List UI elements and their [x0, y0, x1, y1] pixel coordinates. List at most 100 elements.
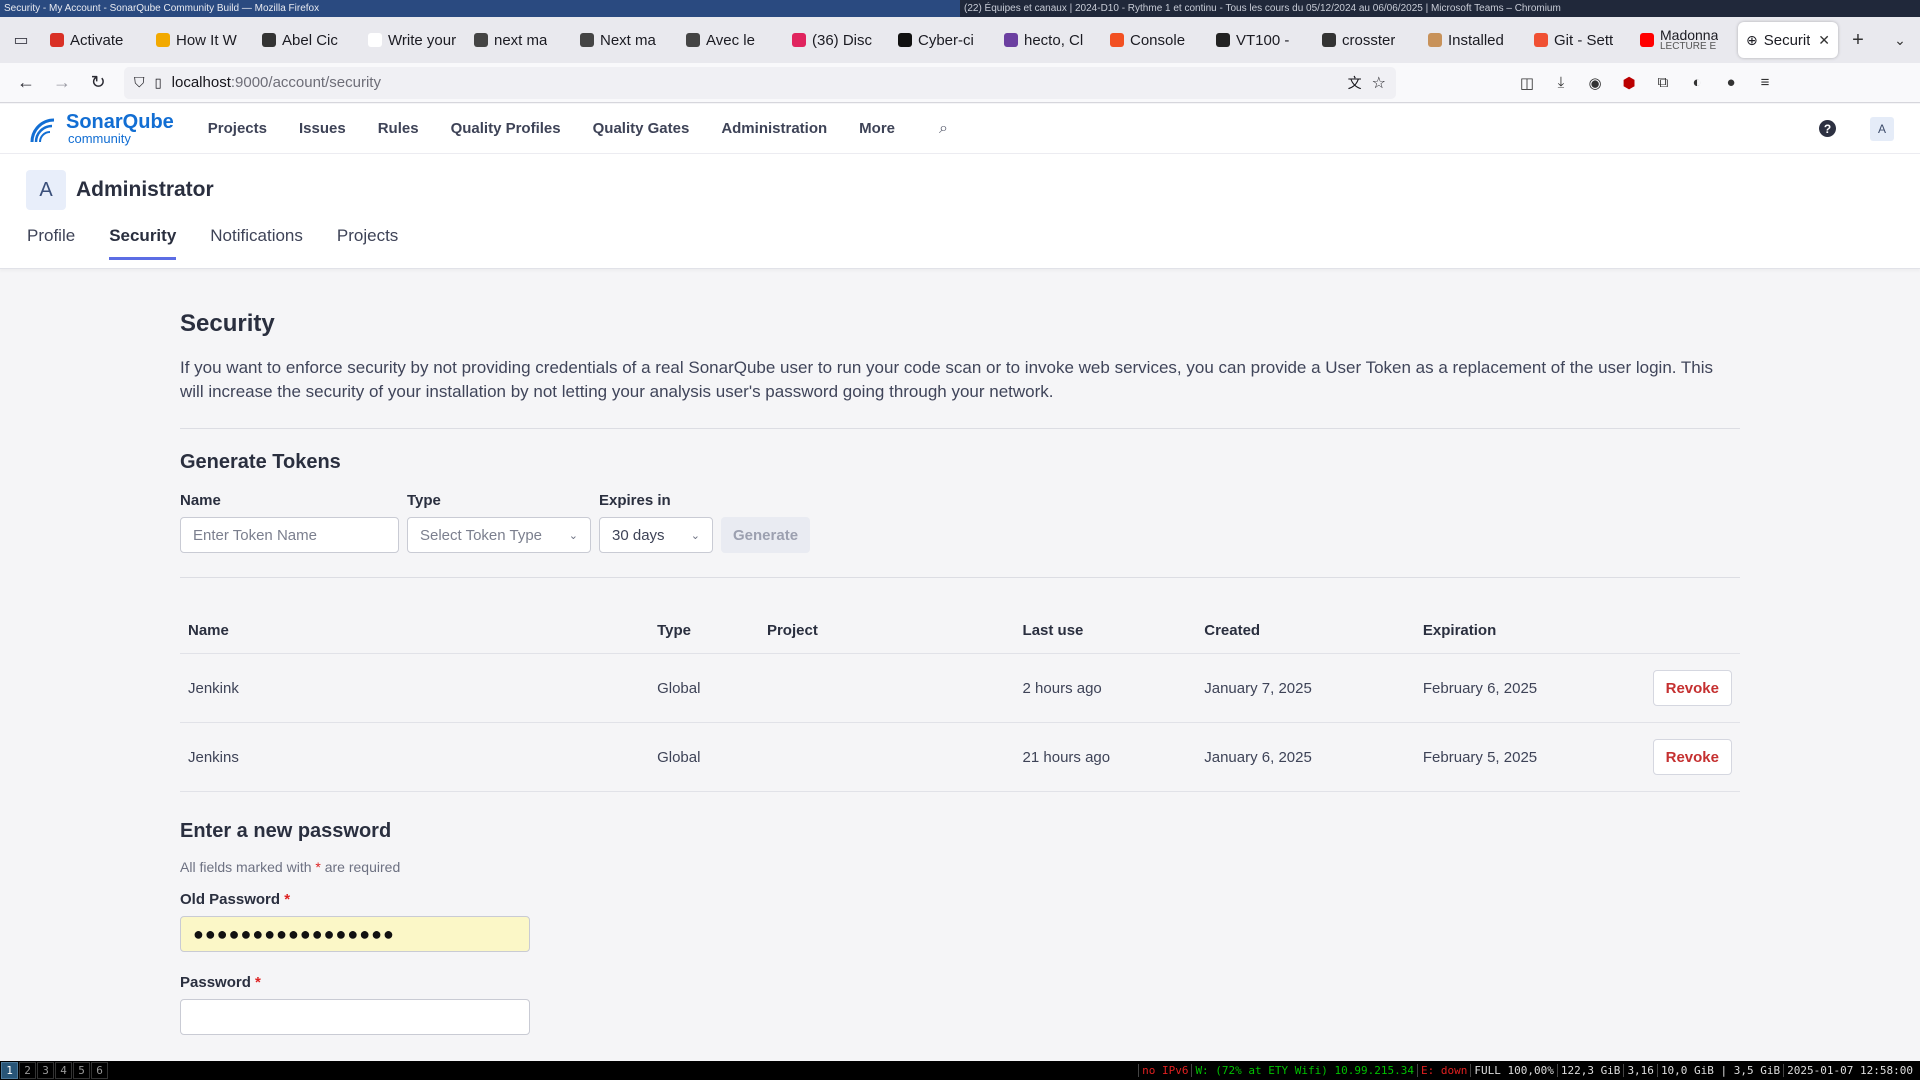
- extension-icon[interactable]: ◐: [1686, 72, 1708, 94]
- browser-tab[interactable]: hecto, Cl: [996, 22, 1102, 58]
- shield-icon[interactable]: ⛉: [134, 74, 145, 91]
- workspace-button[interactable]: 4: [55, 1062, 72, 1079]
- menu-item-issues[interactable]: Issues: [299, 120, 346, 137]
- column-header: Last use: [1014, 602, 1197, 654]
- tab-security-active[interactable]: ⊕ Securit ✕: [1738, 22, 1838, 58]
- workspace-button[interactable]: 2: [19, 1062, 36, 1079]
- tokens-table: Name Type Project Last use Created Expiration…: [180, 602, 1740, 792]
- ublock-icon[interactable]: ⬢: [1618, 72, 1640, 94]
- tab-security[interactable]: Security: [109, 226, 177, 260]
- url-host: localhost: [171, 74, 231, 91]
- generate-button[interactable]: Generate: [721, 517, 811, 553]
- firefox-view-icon[interactable]: ▭: [0, 17, 42, 63]
- expires-select[interactable]: 30 days ⌄: [599, 517, 713, 553]
- downloads-icon[interactable]: ⤓: [1550, 72, 1572, 94]
- browser-tab[interactable]: Write your: [360, 22, 466, 58]
- browser-tab[interactable]: Cyber-ci: [890, 22, 996, 58]
- new-password-title: Enter a new password: [180, 820, 392, 842]
- extensions-icon[interactable]: ⧉: [1652, 72, 1674, 94]
- page-info-icon[interactable]: ▯: [155, 75, 162, 91]
- account-tabs: Profile Security Notifications Projects: [27, 226, 398, 260]
- load-status: 3,16: [1623, 1064, 1657, 1077]
- tab-label: Madonna: [1660, 28, 1719, 42]
- favicon-icon: [50, 33, 64, 47]
- expires-value: 30 days: [612, 526, 665, 544]
- browser-tab[interactable]: (36) Disc: [784, 22, 890, 58]
- password-input[interactable]: [180, 999, 530, 1035]
- account-icon[interactable]: ◉: [1584, 72, 1606, 94]
- pocket-icon[interactable]: ◫: [1516, 72, 1538, 94]
- favicon-icon: [898, 33, 912, 47]
- menu-item-quality-profiles[interactable]: Quality Profiles: [451, 120, 561, 137]
- cell-name: Jenkink: [180, 653, 650, 723]
- url-bar[interactable]: ⛉ ▯ localhost:9000/account/security 文 ☆: [124, 66, 1396, 99]
- tab-profile[interactable]: Profile: [27, 226, 75, 260]
- revoke-button[interactable]: Revoke: [1652, 670, 1732, 706]
- tab-label: Securit: [1763, 31, 1811, 49]
- token-name-input[interactable]: Enter Token Name: [180, 517, 399, 553]
- revoke-button[interactable]: Revoke: [1652, 739, 1732, 775]
- menu-item-quality-gates[interactable]: Quality Gates: [593, 120, 690, 137]
- sonarqube-logo-icon: [30, 118, 55, 142]
- tab-projects[interactable]: Projects: [337, 226, 398, 260]
- tab-notifications[interactable]: Notifications: [210, 226, 303, 260]
- reload-icon[interactable]: ↻: [80, 67, 116, 99]
- favicon-icon: [1322, 33, 1336, 47]
- tab-label: Installed: [1448, 31, 1504, 49]
- required-note-text: All fields marked with: [180, 859, 312, 875]
- browser-tab[interactable]: Activate: [42, 22, 148, 58]
- divider: [180, 428, 1740, 429]
- bookmark-star-icon[interactable]: ☆: [1372, 73, 1386, 93]
- sonarqube-page: SonarQube community Projects Issues Rules Q…: [0, 104, 1920, 1059]
- wifi-status: W: (72% at ETY Wifi) 10.99.215.34: [1191, 1064, 1417, 1077]
- browser-tab[interactable]: Madonna LECTURE E: [1632, 22, 1738, 58]
- menu-item-administration[interactable]: Administration: [721, 120, 827, 137]
- sonarqube-logo[interactable]: SonarQube community: [26, 112, 174, 146]
- favicon-icon: [1110, 33, 1124, 47]
- cell-project: [758, 653, 1015, 723]
- token-type-select[interactable]: Select Token Type ⌄: [407, 517, 591, 553]
- security-content: Security If you want to enforce security…: [180, 280, 1740, 1035]
- browser-tab-strip: ▭ Activate How It W Abel Cic Write your next…: [0, 17, 1920, 63]
- browser-tab[interactable]: crosster: [1314, 22, 1420, 58]
- browser-nav-bar: ← → ↻ ⛉ ▯ localhost:9000/account/securit…: [0, 63, 1920, 103]
- list-all-tabs-icon[interactable]: ⌄: [1880, 32, 1920, 49]
- translate-icon[interactable]: 文: [1348, 73, 1362, 93]
- tab-label: Abel Cic: [282, 31, 338, 49]
- workspace-button[interactable]: 6: [91, 1062, 108, 1079]
- table-row: Jenkins Global 21 hours ago January 6, 2025…: [180, 722, 1740, 792]
- profile-extension-icon[interactable]: ●: [1720, 72, 1742, 94]
- favicon-icon: [262, 33, 276, 47]
- browser-tab[interactable]: Avec le: [678, 22, 784, 58]
- generate-tokens-title: Generate Tokens: [180, 451, 341, 473]
- menu-item-more[interactable]: More: [859, 120, 895, 137]
- close-tab-icon[interactable]: ✕: [1818, 32, 1830, 49]
- user-avatar[interactable]: A: [1870, 116, 1894, 141]
- menu-item-projects[interactable]: Projects: [208, 120, 267, 137]
- browser-tab[interactable]: Installed: [1420, 22, 1526, 58]
- browser-tab[interactable]: Git - Sett: [1526, 22, 1632, 58]
- workspace-button[interactable]: 1: [1, 1062, 18, 1079]
- back-icon[interactable]: ←: [8, 67, 44, 99]
- menu-icon[interactable]: ≡: [1754, 72, 1776, 94]
- help-icon[interactable]: ?: [1819, 120, 1836, 137]
- menu-item-rules[interactable]: Rules: [378, 120, 419, 137]
- browser-tab[interactable]: Next ma: [572, 22, 678, 58]
- cell-type: Global: [649, 653, 759, 723]
- old-password-input[interactable]: ●●●●●●●●●●●●●●●●●: [180, 916, 530, 952]
- browser-tab[interactable]: VT100 -: [1208, 22, 1314, 58]
- search-icon[interactable]: ⌕: [939, 120, 948, 138]
- workspace-button[interactable]: 5: [73, 1062, 90, 1079]
- workspace-button[interactable]: 3: [37, 1062, 54, 1079]
- token-type-label: Type: [407, 492, 441, 509]
- tab-label: How It W: [176, 31, 237, 49]
- clock: 2025-01-07 12:58:00: [1783, 1064, 1916, 1077]
- account-name: Administrator: [76, 178, 214, 201]
- browser-tab[interactable]: Abel Cic: [254, 22, 360, 58]
- forward-icon[interactable]: →: [44, 67, 80, 99]
- browser-tab[interactable]: How It W: [148, 22, 254, 58]
- browser-tab[interactable]: next ma: [466, 22, 572, 58]
- tab-label: Activate: [70, 31, 124, 49]
- new-tab-button[interactable]: +: [1838, 29, 1878, 52]
- browser-tab[interactable]: Console: [1102, 22, 1208, 58]
